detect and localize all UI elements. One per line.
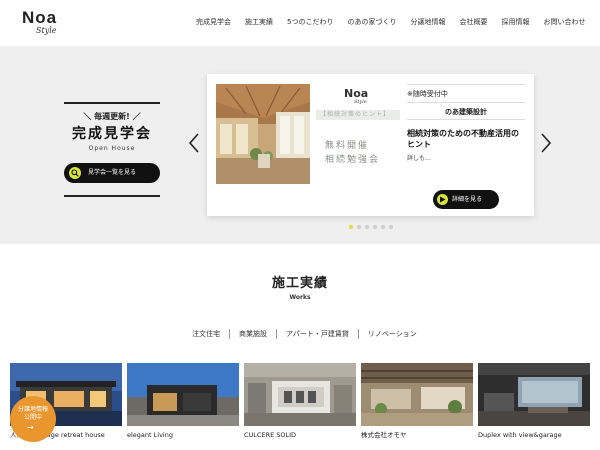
carousel-prev-arrow-icon[interactable] <box>187 132 201 154</box>
badge-line-2: 公開中 <box>23 414 42 421</box>
event-status-row: ※随時受付中 <box>407 84 525 102</box>
open-house-list-label: 見学会一覧を見る <box>88 169 137 176</box>
logo-main-text: Noa <box>22 8 58 27</box>
filter-renovation[interactable]: リノベーション <box>368 330 417 339</box>
filter-rental[interactable]: アパート・戸建賃貸 <box>286 330 349 339</box>
flyer-line-2: 相続勉強会 <box>325 155 381 165</box>
work-caption[interactable]: elegant Living <box>127 431 173 439</box>
flyer-logo-sub: Style <box>354 99 367 105</box>
main-nav: 完成見学会 施工実績 5つのこだわり のあの家づくり 分譲地情報 会社概要 採用… <box>196 17 585 27</box>
nav-works[interactable]: 施工実績 <box>245 17 273 27</box>
flyer-line-1: 無料開催 <box>325 141 370 151</box>
event-flyer: Noa Style 【相続対策のヒント】 無料開催 相続勉強会 <box>311 84 403 184</box>
filter-separator <box>229 329 230 339</box>
work-caption[interactable]: 株式会社オモヤ <box>361 431 407 439</box>
badge-line-1: 分譲地情報 <box>17 406 48 413</box>
carousel-dot[interactable] <box>365 225 369 229</box>
event-title: 相続対策のための不動産活用のヒント <box>407 129 519 149</box>
land-info-badge[interactable]: 分譲地情報 公開中 → <box>10 396 56 442</box>
work-thumbnail[interactable] <box>127 363 239 426</box>
divider-line <box>64 102 160 104</box>
carousel-dot[interactable] <box>389 225 393 229</box>
filter-commercial[interactable]: 商業施設 <box>239 330 267 339</box>
arrow-right-icon: → <box>27 423 34 432</box>
nav-house-building[interactable]: のあの家づくり <box>347 17 396 27</box>
logo-sub-text: Style <box>36 26 57 35</box>
work-caption[interactable]: CULCERE SOLID <box>244 431 296 439</box>
site-logo[interactable]: Noa Style <box>22 8 66 38</box>
open-house-promo: ＼ 毎週更新! ／ 完成見学会 Open House 見学会一覧を見る <box>62 102 162 197</box>
open-house-list-button[interactable]: 見学会一覧を見る <box>64 163 160 183</box>
work-thumbnail[interactable] <box>361 363 473 426</box>
nav-company[interactable]: 会社概要 <box>459 17 487 27</box>
event-status: ※随時受付中 <box>407 90 448 98</box>
event-company-row: のあ建築設計 <box>407 102 525 120</box>
filter-separator <box>276 329 277 339</box>
carousel-dots <box>349 225 397 229</box>
nav-recruit[interactable]: 採用情報 <box>501 17 529 27</box>
carousel-dot[interactable] <box>349 225 353 229</box>
search-icon <box>69 167 81 179</box>
carousel-next-arrow-icon[interactable] <box>539 132 553 154</box>
hero-title: 完成見学会 <box>72 126 152 142</box>
carousel-dot[interactable] <box>381 225 385 229</box>
flyer-band-text: 【相続対策のヒント】 <box>320 111 391 118</box>
carousel-dot[interactable] <box>357 225 361 229</box>
site-header: Noa Style 完成見学会 施工実績 5つのこだわり のあの家づくり 分譲地… <box>0 0 600 46</box>
nav-five-points[interactable]: 5つのこだわり <box>287 17 333 27</box>
event-company: のあ建築設計 <box>445 108 487 116</box>
nav-land-info[interactable]: 分譲地情報 <box>410 17 445 27</box>
filter-custom-homes[interactable]: 注文住宅 <box>192 330 220 339</box>
works-filter-bar: 注文住宅 商業施設 アパート・戸建賃貸 リノベーション <box>192 329 417 339</box>
event-more-text: 詳しも… <box>407 155 432 162</box>
event-info: ※随時受付中 のあ建築設計 相続対策のための不動産活用のヒント 詳しも… 詳細を… <box>407 84 525 209</box>
filter-separator <box>357 329 359 339</box>
works-subtitle: Works <box>289 294 311 301</box>
work-caption[interactable]: Duplex with view&garage <box>478 431 562 439</box>
event-photo <box>216 84 310 184</box>
arrow-right-icon <box>437 194 448 205</box>
nav-contact[interactable]: お問い合わせ <box>543 17 585 27</box>
hero-tagline: ＼ 毎週更新! ／ <box>83 112 141 121</box>
works-title: 施工実績 <box>271 276 328 291</box>
work-thumbnail[interactable] <box>478 363 590 426</box>
nav-open-house[interactable]: 完成見学会 <box>196 17 231 27</box>
event-detail-button[interactable]: 詳細を見る <box>433 190 499 209</box>
carousel-dot[interactable] <box>373 225 377 229</box>
event-detail-label: 詳細を見る <box>452 196 483 203</box>
work-thumbnail[interactable] <box>244 363 356 426</box>
divider-line <box>64 195 160 197</box>
hero-subtitle: Open House <box>88 145 136 152</box>
carousel-slide-card[interactable]: Noa Style 【相続対策のヒント】 無料開催 相続勉強会 ※随時受付中 の… <box>207 74 534 216</box>
